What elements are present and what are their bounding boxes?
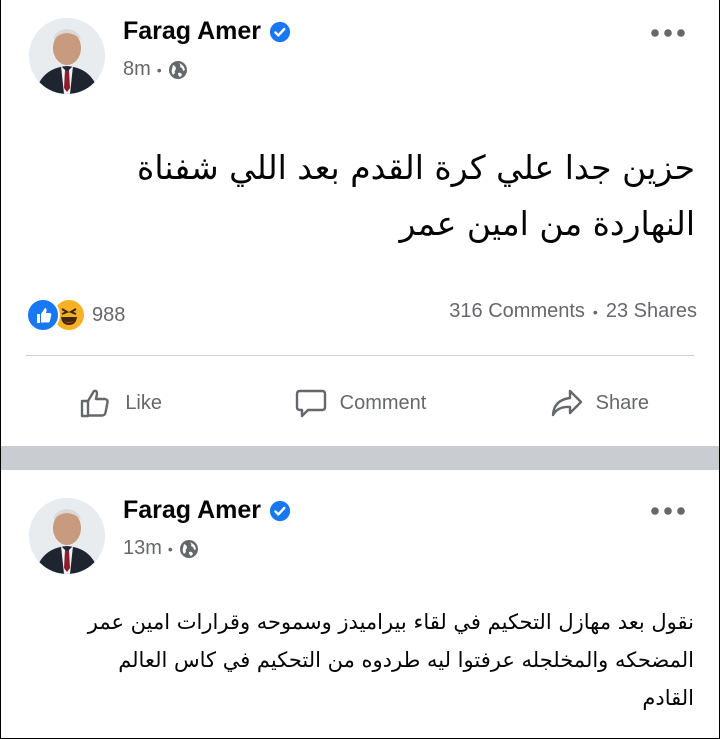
verified-badge-icon: [269, 21, 291, 42]
more-options-icon[interactable]: [650, 504, 686, 518]
post-text-line: حزين جدا علي كرة القدم بعد اللي شفناة: [137, 148, 695, 187]
post-text-line: النهاردة من امين عمر: [399, 204, 695, 243]
like-button[interactable]: Like: [1, 360, 240, 446]
post-text-line: القادم: [642, 686, 694, 710]
avatar-image: [29, 498, 105, 574]
globe-icon: [168, 60, 187, 79]
post-text-line: نقول بعد مهازل التحكيم في لقاء بيراميدز …: [87, 610, 694, 634]
share-button[interactable]: Share: [480, 360, 719, 446]
comment-label: Comment: [339, 391, 427, 414]
share-label: Share: [595, 391, 649, 414]
share-icon: [551, 389, 582, 417]
author-name-text[interactable]: Farag Amer: [123, 17, 261, 46]
post-actions: Like Comment Share: [1, 360, 719, 446]
post-text: حزين جدا علي كرة القدم بعد اللي شفناة ال…: [55, 140, 695, 252]
meta-separator: •: [167, 540, 173, 557]
like-reaction-icon: [26, 298, 60, 332]
shares-count[interactable]: 23 Shares: [606, 300, 697, 323]
post-time[interactable]: 8m: [123, 58, 151, 81]
like-icon: [81, 389, 110, 418]
comment-button[interactable]: Comment: [240, 360, 479, 446]
globe-icon: [179, 539, 198, 558]
post-card: Farag Amer 8m • حزين جدا علي كرة القدم ب…: [1, 0, 719, 446]
actions-divider: [26, 355, 694, 356]
more-options-icon[interactable]: [650, 26, 686, 40]
reactions-count[interactable]: 988: [92, 304, 125, 327]
reactions-summary[interactable]: 988: [26, 298, 125, 332]
like-label: Like: [125, 391, 163, 414]
comment-icon: [295, 389, 326, 418]
author-name[interactable]: Farag Amer: [123, 496, 291, 525]
engagement-stats: 316 Comments • 23 Shares: [449, 300, 697, 323]
author-name-text[interactable]: Farag Amer: [123, 496, 261, 525]
avatar[interactable]: [29, 498, 105, 574]
comments-count[interactable]: 316 Comments: [449, 300, 585, 323]
post-time[interactable]: 13m: [123, 537, 162, 560]
verified-badge-icon: [269, 500, 291, 521]
avatar[interactable]: [29, 18, 105, 94]
avatar-image: [29, 18, 105, 94]
post-meta: 8m •: [123, 58, 188, 81]
meta-separator: •: [156, 61, 162, 78]
post-card: Farag Amer 13m • نقول بعد مهازل التحكيم …: [1, 470, 719, 738]
post-meta: 13m •: [123, 537, 199, 560]
post-text: نقول بعد مهازل التحكيم في لقاء بيراميدز …: [24, 603, 694, 717]
post-separator: [1, 446, 719, 470]
author-name[interactable]: Farag Amer: [123, 17, 291, 46]
post-text-line: المضحكه والمخلجله عرفتوا ليه طردوه من ال…: [118, 648, 694, 672]
stats-separator: •: [592, 303, 598, 320]
